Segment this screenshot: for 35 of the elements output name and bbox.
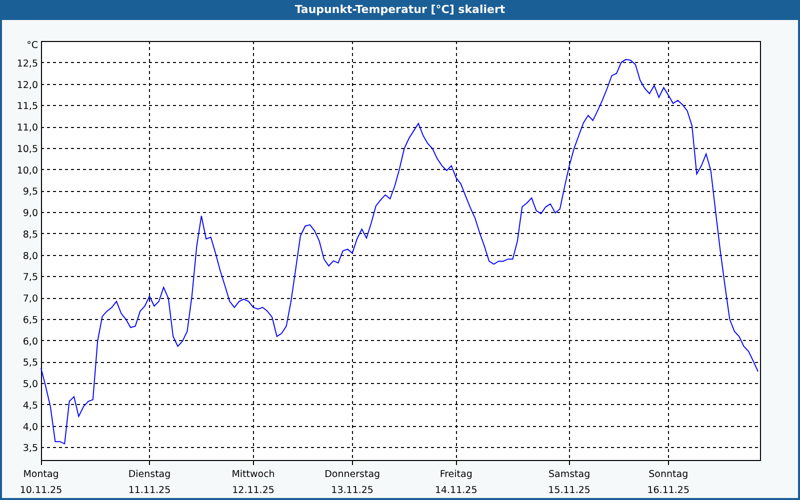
y-tick-label: 7,5 [22,272,38,284]
unit-label: °C [26,40,38,51]
weekday-label: Samstag [548,469,590,480]
y-tick-label: 3,5 [22,443,38,454]
window-title: Taupunkt-Temperatur [°C] skaliert [294,2,506,18]
date-label: 11.11.25 [128,485,171,496]
weekday-label: Freitag [440,469,472,480]
y-tick-label: 10,5 [16,144,38,155]
weekday-label: Mittwoch [232,469,275,480]
y-tick-label: 6,5 [22,314,38,326]
y-tick-label: 12,0 [16,80,38,91]
y-tick-label: 9,0 [22,208,38,220]
y-tick-label: 5,0 [22,379,38,390]
date-label: 16.11.25 [647,485,690,496]
y-tick-label: 11,0 [16,122,38,134]
date-label: 15.11.25 [548,485,590,496]
date-label: 12.11.25 [232,485,274,496]
y-tick-label: 8,0 [22,250,38,262]
y-tick-label: 4,5 [22,400,38,412]
y-tick-label: 8,5 [22,229,38,240]
weekday-label: Montag [23,469,59,480]
weekday-label: Dienstag [128,469,171,480]
y-tick-label: 4,0 [22,422,38,433]
y-tick-label: 7,0 [22,294,38,305]
date-label: 13.11.25 [331,485,374,496]
weekday-label: Donnerstag [324,469,380,480]
y-tick-label: 12,5 [16,58,38,70]
date-label: 14.11.25 [434,485,478,496]
y-tick-label: 5,5 [22,358,38,369]
y-tick-label: 10,0 [16,165,38,176]
y-tick-label: 6,0 [22,336,38,348]
date-label: 10.11.25 [20,485,62,496]
y-tick-label: 9,5 [22,186,38,198]
y-tick-label: 11,5 [16,101,38,112]
weekday-label: Sonntag [648,469,688,480]
